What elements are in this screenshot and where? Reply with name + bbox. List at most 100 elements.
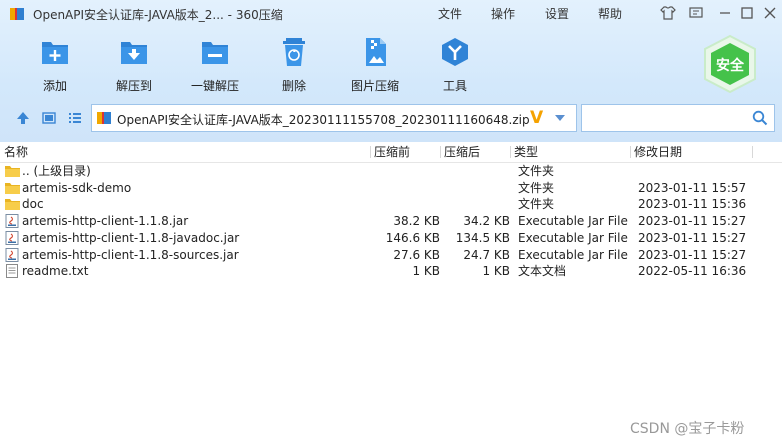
file-size-after: 134.5 KB	[455, 230, 510, 245]
file-row[interactable]: artemis-http-client-1.1.8.jar 38.2 KB 34.2…	[0, 213, 782, 230]
file-modified: 2023-01-11 15:57	[638, 180, 747, 195]
column-header-compressed[interactable]: 压缩前	[374, 143, 410, 161]
chevron-down-icon[interactable]	[552, 111, 568, 125]
column-header-modified[interactable]: 修改日期	[634, 143, 682, 161]
file-size-after: 1 KB	[482, 264, 510, 279]
file-size-after: 24.7 KB	[463, 247, 510, 262]
file-name: .. (上级目录)	[22, 164, 91, 178]
menu-file[interactable]: 文件	[438, 5, 462, 22]
column-divider[interactable]	[752, 146, 753, 158]
column-header-uncompressed[interactable]: 压缩后	[444, 143, 480, 161]
top-panel: OpenAPI安全认证库-JAVA版本_2... - 360压缩 文件 操作 设…	[0, 0, 782, 142]
folder-icon	[5, 166, 20, 177]
jar-file-icon	[5, 247, 19, 262]
menu-settings[interactable]: 设置	[545, 5, 569, 22]
search-input[interactable]	[581, 104, 775, 132]
column-header-type[interactable]: 类型	[514, 143, 538, 161]
column-divider[interactable]	[510, 146, 511, 158]
image-compress-icon	[366, 38, 386, 66]
file-size-after	[440, 163, 510, 180]
file-size-before: 1 KB	[412, 264, 440, 279]
file-type: 文件夹	[518, 180, 555, 195]
tools-icon	[442, 38, 468, 66]
title-bar: OpenAPI安全认证库-JAVA版本_2... - 360压缩 文件 操作 设…	[0, 0, 782, 28]
close-icon[interactable]	[761, 4, 779, 22]
maximize-icon[interactable]	[738, 4, 756, 22]
file-name: readme.txt	[22, 264, 89, 279]
folder-icon	[5, 199, 20, 211]
watermark: CSDN @宝子卡粉	[630, 421, 745, 437]
menu-operate[interactable]: 操作	[491, 5, 515, 22]
zip-file-icon	[97, 112, 111, 124]
file-name: artemis-sdk-demo	[22, 180, 132, 195]
file-type: Executable Jar File	[518, 230, 628, 245]
file-modified: 2023-01-11 15:36	[638, 197, 747, 212]
thumbnail-view-icon[interactable]	[41, 110, 57, 126]
skin-shirt-icon[interactable]	[659, 4, 677, 22]
up-arrow-icon[interactable]	[15, 110, 31, 126]
address-bar[interactable]: OpenAPI安全认证库-JAVA版本_20230111155708_20230…	[91, 104, 577, 132]
file-modified: 2023-01-11 15:27	[638, 247, 747, 262]
file-name: artemis-http-client-1.1.8.jar	[22, 214, 189, 229]
extract-to-button[interactable]: 解压到	[96, 36, 172, 96]
file-row[interactable]: .. (上级目录) 文件夹	[0, 163, 782, 180]
file-type: 文件夹	[518, 197, 555, 212]
file-size-before	[370, 180, 440, 197]
archive-app-icon	[10, 8, 24, 20]
list-view-icon[interactable]	[67, 110, 83, 126]
text-file-icon	[6, 264, 18, 279]
add-label: 添加	[42, 79, 67, 93]
column-divider[interactable]	[370, 146, 371, 158]
feedback-icon[interactable]	[687, 4, 705, 22]
security-badge-label: 安全	[716, 58, 744, 74]
file-name: doc	[22, 197, 44, 212]
file-size-before	[370, 163, 440, 180]
file-size-after	[440, 180, 510, 197]
tools-label: 工具	[442, 79, 467, 93]
file-size-before: 27.6 KB	[393, 247, 440, 262]
extract-to-label: 解压到	[115, 79, 152, 93]
file-type: Executable Jar File	[518, 214, 628, 229]
jar-file-icon	[5, 230, 19, 245]
delete-label: 删除	[281, 79, 306, 93]
image-compress-button[interactable]: 图片压缩	[337, 36, 413, 96]
menu-help[interactable]: 帮助	[598, 5, 622, 22]
add-box-icon	[42, 42, 68, 64]
column-divider[interactable]	[630, 146, 631, 158]
delete-button[interactable]: 删除	[256, 36, 332, 96]
file-modified: 2022-05-11 16:36	[638, 264, 747, 279]
add-button[interactable]: 添加	[17, 36, 93, 96]
file-row[interactable]: readme.txt 1 KB 1 KB 文本文档 2022-05-11 16:36	[0, 263, 782, 280]
file-size-before: 38.2 KB	[393, 214, 440, 229]
one-click-extract-label: 一键解压	[190, 79, 239, 93]
tools-button[interactable]: 工具	[417, 36, 493, 96]
file-size-after: 34.2 KB	[463, 214, 510, 229]
folder-icon	[5, 182, 20, 194]
file-name: artemis-http-client-1.1.8-sources.jar	[22, 247, 239, 262]
file-type: Executable Jar File	[518, 247, 628, 262]
security-badge[interactable]: 安全	[702, 34, 758, 94]
file-name: artemis-http-client-1.1.8-javadoc.jar	[22, 230, 240, 245]
jar-file-icon	[5, 214, 19, 229]
checkmark-v-icon: V	[530, 108, 544, 128]
file-row[interactable]: artemis-http-client-1.1.8-sources.jar 27.…	[0, 247, 782, 264]
file-modified: 2023-01-11 15:27	[638, 214, 747, 229]
file-row[interactable]: artemis-sdk-demo 文件夹 2023-01-11 15:57	[0, 180, 782, 197]
one-click-extract-button[interactable]: 一键解压	[177, 36, 253, 96]
window-title: OpenAPI安全认证库-JAVA版本_2... - 360压缩	[33, 8, 283, 22]
image-compress-label: 图片压缩	[350, 79, 399, 93]
one-click-extract-icon	[202, 42, 228, 64]
extract-to-icon	[121, 42, 147, 64]
file-type: 文本文档	[518, 264, 567, 279]
column-header-name[interactable]: 名称	[4, 143, 28, 161]
file-type: 文件夹	[518, 164, 555, 178]
file-size-before: 146.6 KB	[385, 230, 440, 245]
search-icon[interactable]	[752, 110, 768, 126]
trash-icon	[283, 38, 305, 66]
minimize-icon[interactable]	[716, 4, 734, 22]
file-size-after	[440, 196, 510, 213]
file-row[interactable]: artemis-http-client-1.1.8-javadoc.jar 146…	[0, 230, 782, 247]
address-path: OpenAPI安全认证库-JAVA版本_20230111155708_20230…	[117, 113, 537, 127]
file-row[interactable]: doc 文件夹 2023-01-11 15:36	[0, 196, 782, 213]
column-divider[interactable]	[440, 146, 441, 158]
